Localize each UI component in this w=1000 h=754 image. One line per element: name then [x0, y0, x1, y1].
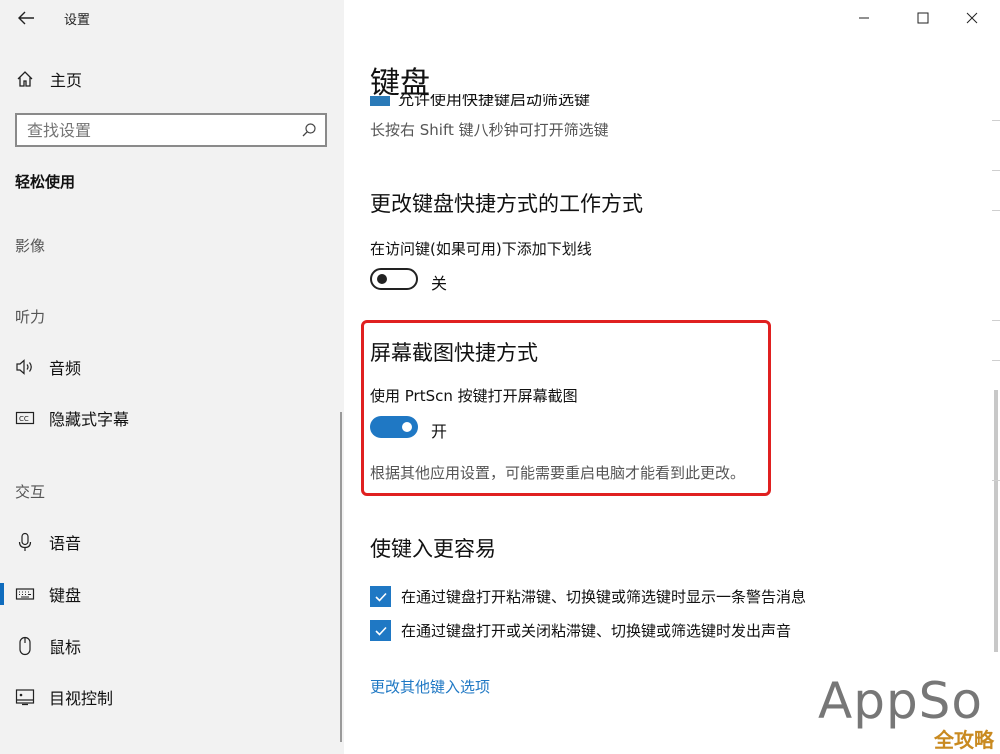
speaker-icon	[15, 357, 35, 377]
warning-checkbox-label: 在通过键盘打开粘滞键、切换键或筛选键时显示一条警告消息	[401, 588, 807, 606]
prtscn-toggle-state: 开	[431, 422, 448, 441]
maximize-button[interactable]	[899, 4, 947, 32]
prtscn-note: 根据其他应用设置，可能需要重启电脑才能看到此更改。	[370, 464, 746, 482]
settings-window: 设置 主页 轻松使用 影像 听力 音频	[0, 0, 1000, 754]
sidebar: 设置 主页 轻松使用 影像 听力 音频	[0, 0, 344, 754]
group-label-hearing: 听力	[15, 308, 46, 326]
sidebar-item-speech[interactable]: 语音	[0, 523, 344, 561]
close-button[interactable]	[948, 4, 996, 32]
sidebar-item-label: 隐藏式字幕	[49, 410, 130, 429]
watermark-brand: AppSo	[818, 672, 984, 730]
filter-keys-checkbox[interactable]	[370, 96, 390, 106]
home-icon	[17, 71, 33, 87]
prtscn-heading: 屏幕截图快捷方式	[370, 341, 538, 365]
search-icon[interactable]	[301, 122, 317, 138]
sidebar-item-home[interactable]: 主页	[0, 62, 344, 96]
search-input[interactable]	[27, 120, 287, 140]
sidebar-item-mouse[interactable]: 鼠标	[0, 627, 344, 665]
warning-checkbox[interactable]	[370, 586, 391, 607]
more-typing-options-link[interactable]: 更改其他键入选项	[370, 676, 490, 697]
cc-icon: CC	[15, 408, 35, 428]
sidebar-item-captions[interactable]: CC 隐藏式字幕	[0, 399, 344, 437]
sidebar-scrollbar[interactable]	[340, 412, 342, 742]
sidebar-item-label: 鼠标	[49, 638, 82, 657]
group-label-interaction: 交互	[15, 483, 46, 501]
checkmark-icon	[374, 592, 387, 602]
main-content: 键盘 允许使用快捷键启动筛选键 长按右 Shift 键八秒钟可打开筛选键 更改键…	[344, 0, 1000, 754]
edge-decoration	[992, 120, 1000, 481]
section-title: 轻松使用	[15, 173, 76, 191]
underline-label: 在访问键(如果可用)下添加下划线	[370, 240, 592, 258]
sidebar-item-audio[interactable]: 音频	[0, 348, 344, 386]
back-button[interactable]	[14, 6, 38, 30]
sidebar-item-label: 语音	[49, 534, 82, 553]
typing-heading: 使键入更容易	[370, 537, 496, 561]
shortcuts-heading: 更改键盘快捷方式的工作方式	[370, 192, 643, 216]
underline-toggle[interactable]	[370, 268, 418, 290]
mouse-icon	[15, 636, 35, 656]
underline-toggle-state: 关	[431, 274, 448, 293]
sound-checkbox[interactable]	[370, 620, 391, 641]
sidebar-item-label: 目视控制	[49, 689, 114, 708]
search-box	[15, 113, 327, 147]
microphone-icon	[15, 532, 35, 552]
minimize-icon	[859, 17, 869, 19]
close-icon	[966, 12, 978, 24]
prtscn-label: 使用 PrtScn 按键打开屏幕截图	[370, 387, 578, 405]
prtscn-toggle[interactable]	[370, 416, 418, 438]
group-label-vision: 影像	[15, 237, 46, 255]
sound-checkbox-label: 在通过键盘打开或关闭粘滞键、切换键或筛选键时发出声音	[401, 622, 792, 640]
svg-text:CC: CC	[19, 415, 29, 423]
keyboard-icon	[15, 584, 35, 604]
sidebar-item-keyboard[interactable]: 键盘	[0, 575, 344, 613]
warning-checkbox-row[interactable]: 在通过键盘打开粘滞键、切换键或筛选键时显示一条警告消息	[370, 586, 806, 607]
app-title: 设置	[64, 13, 91, 28]
watermark-site: 全攻略	[934, 728, 994, 752]
sidebar-item-label: 音频	[49, 359, 82, 378]
minimize-button[interactable]	[840, 4, 888, 32]
sidebar-item-label: 主页	[50, 71, 83, 90]
sidebar-item-eye-control[interactable]: 目视控制	[0, 678, 344, 716]
filter-keys-description: 长按右 Shift 键八秒钟可打开筛选键	[370, 121, 609, 139]
checkmark-icon	[374, 626, 387, 636]
sidebar-item-label: 键盘	[49, 586, 82, 605]
eye-control-icon	[15, 687, 35, 707]
maximize-icon	[917, 12, 929, 24]
sound-checkbox-row[interactable]: 在通过键盘打开或关闭粘滞键、切换键或筛选键时发出声音	[370, 620, 791, 641]
back-arrow-icon	[18, 11, 34, 25]
filter-keys-label-clipped: 允许使用快捷键启动筛选键	[398, 94, 591, 106]
